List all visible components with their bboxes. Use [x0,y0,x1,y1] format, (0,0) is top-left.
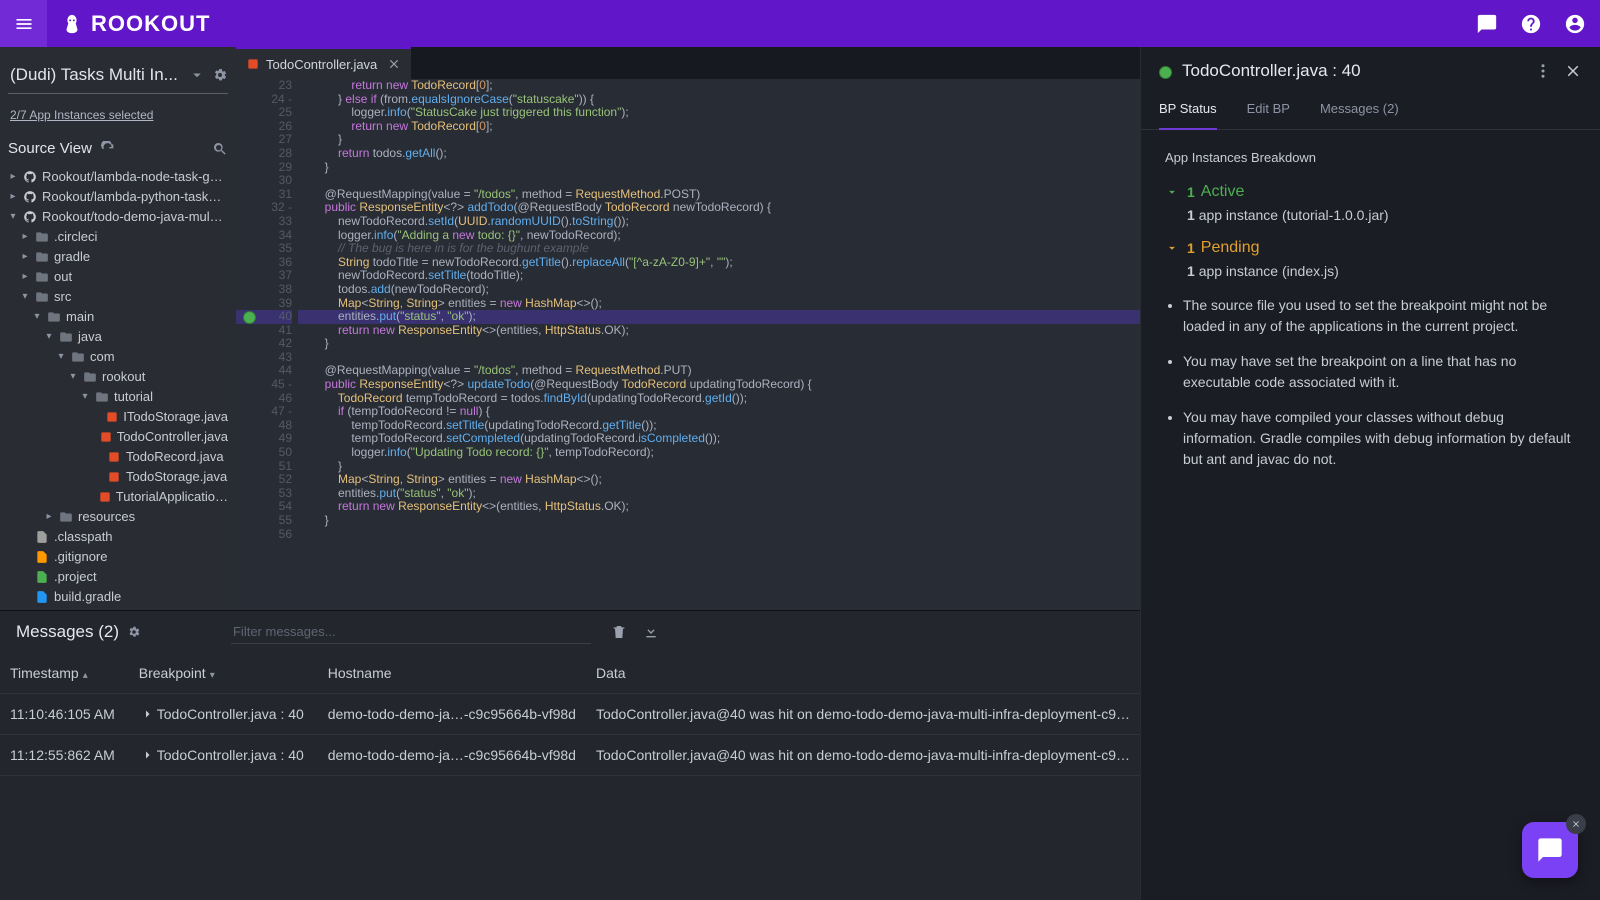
chevron-down-icon [1165,241,1179,255]
tree-item[interactable]: ▸Rookout/lambda-python-task… [8,187,228,207]
tree-item[interactable]: build.gradle [8,587,228,607]
gear-icon[interactable] [212,67,228,83]
tree-item[interactable]: ▸gradle [8,247,228,267]
messages-title: Messages (2) [16,622,119,642]
hint-item: You may have compiled your classes witho… [1183,407,1576,470]
gear-icon[interactable] [127,625,141,639]
help-icon[interactable] [1518,11,1544,37]
account-icon[interactable] [1562,11,1588,37]
tree-item[interactable]: .classpath [8,527,228,547]
search-icon[interactable] [212,141,228,157]
brand-text: ROOKOUT [91,11,210,37]
tree-item[interactable]: .gitignore [8,547,228,567]
source-view-label: Source View [8,140,92,157]
tree-item[interactable]: .project [8,567,228,587]
tab-bp-messages[interactable]: Messages (2) [1320,91,1399,129]
tree-item[interactable]: ▾tutorial [8,387,228,407]
active-detail: 1 app instance (tutorial-1.0.0.jar) [1187,207,1576,223]
chat-fab-close[interactable] [1566,814,1586,834]
bp-panel-title: TodoController.java : 40 [1182,61,1530,81]
file-tree: ▸Rookout/lambda-node-task-g…▸Rookout/lam… [8,167,228,610]
chevron-down-icon [188,66,206,84]
tree-item[interactable]: ▾src [8,287,228,307]
tree-item[interactable]: ▾main [8,307,228,327]
messages-table: Timestamp▴ Breakpoint▾ Hostname Data 11:… [0,653,1140,776]
tab-bp-status[interactable]: BP Status [1159,91,1217,130]
status-pending-row[interactable]: 1 Pending [1165,239,1576,257]
menu-button[interactable] [0,0,47,47]
col-hostname[interactable]: Hostname [318,653,586,694]
message-row[interactable]: 11:10:46:105 AMTodoController.java : 40d… [0,694,1140,735]
col-breakpoint[interactable]: Breakpoint▾ [129,653,318,694]
hint-item: You may have set the breakpoint on a lin… [1183,351,1576,393]
breakpoint-dot-icon [1159,66,1172,79]
tab-edit-bp[interactable]: Edit BP [1247,91,1290,129]
col-timestamp[interactable]: Timestamp▴ [0,653,129,694]
tree-item[interactable]: TodoRecord.java [8,447,228,467]
task-name: (Dudi) Tasks Multi In... [10,65,188,85]
tree-item[interactable]: TodoController.java [8,427,228,447]
tree-item[interactable]: TodoStorage.java [8,467,228,487]
bp-subtitle: App Instances Breakdown [1165,150,1576,165]
hint-item: The source file you used to set the brea… [1183,295,1576,337]
tree-item[interactable]: ▾com [8,347,228,367]
brand-logo: ROOKOUT [61,11,210,37]
sidebar: (Dudi) Tasks Multi In... 2/7 App Instanc… [0,47,236,610]
tree-item[interactable]: ▸.circleci [8,227,228,247]
tree-item[interactable]: ▸Rookout/lambda-node-task-g… [8,167,228,187]
hints-list: The source file you used to set the brea… [1183,295,1576,470]
active-count: 1 [1187,184,1195,200]
refresh-icon[interactable] [100,141,116,157]
trash-icon[interactable] [611,624,627,640]
tab-label: TodoController.java [266,57,377,72]
close-icon[interactable] [387,57,401,71]
pending-label: Pending [1201,239,1260,257]
chat-fab[interactable] [1522,822,1578,878]
tree-item[interactable]: ▾Rookout/todo-demo-java-mul… [8,207,228,227]
message-row[interactable]: 11:12:55:862 AMTodoController.java : 40d… [0,735,1140,776]
chat-bubble-icon [1536,836,1564,864]
messages-panel: Messages (2) Timestamp▴ Breakpoint▾ Host… [0,610,1140,900]
tree-item[interactable]: ▸resources [8,507,228,527]
active-label: Active [1201,183,1245,201]
bp-tabs: BP Status Edit BP Messages (2) [1141,91,1600,130]
more-icon[interactable] [1534,62,1552,80]
pending-detail: 1 app instance (index.js) [1187,263,1576,279]
tree-item[interactable]: ▸out [8,267,228,287]
pending-count: 1 [1187,240,1195,256]
java-file-icon [246,57,260,71]
editor-tab[interactable]: TodoController.java [236,47,411,79]
top-bar: ROOKOUT [0,0,1600,47]
chat-icon[interactable] [1474,11,1500,37]
tree-item[interactable]: ITodoStorage.java [8,407,228,427]
instances-link[interactable]: 2/7 App Instances selected [10,108,228,122]
tree-item[interactable]: ▾java [8,327,228,347]
status-active-row[interactable]: 1 Active [1165,183,1576,201]
tree-item[interactable]: TutorialApplicatio… [8,487,228,507]
col-data[interactable]: Data [586,653,1140,694]
tree-item[interactable]: ▾rookout [8,367,228,387]
breakpoint-panel: TodoController.java : 40 BP Status Edit … [1140,47,1600,900]
messages-filter-input[interactable] [231,620,591,644]
close-panel-icon[interactable] [1564,62,1582,80]
task-selector[interactable]: (Dudi) Tasks Multi In... [8,59,228,94]
chevron-down-icon [1165,185,1179,199]
download-icon[interactable] [643,624,659,640]
